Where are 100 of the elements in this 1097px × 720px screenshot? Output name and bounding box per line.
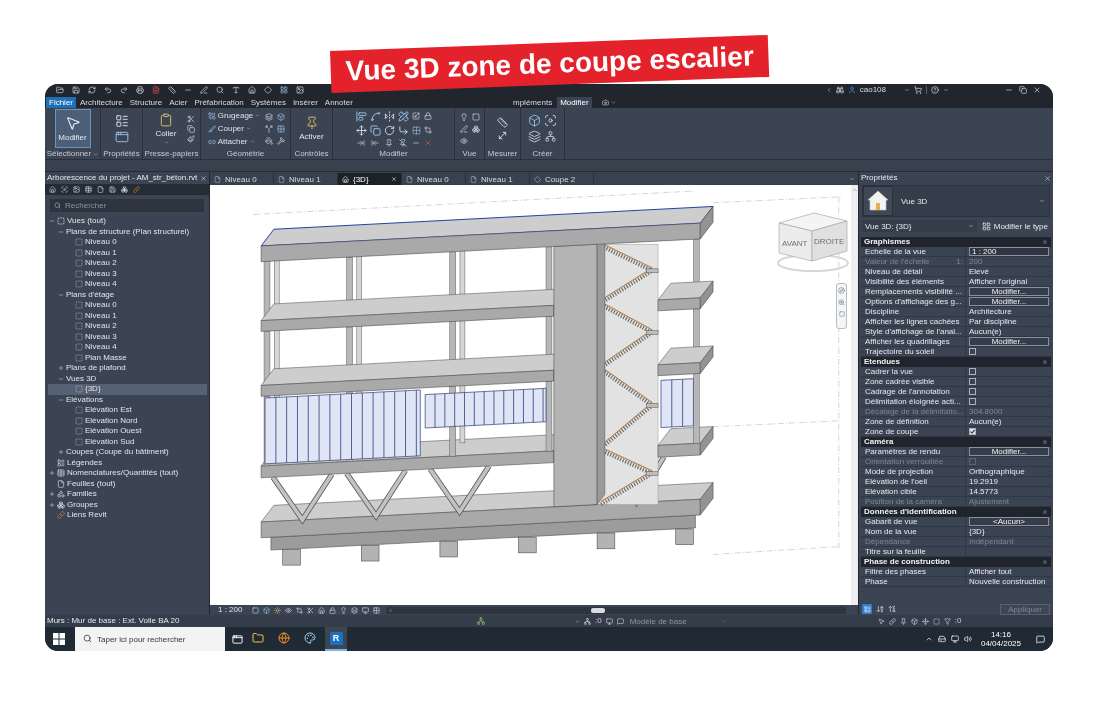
printer-icon[interactable] [136, 86, 144, 94]
ribbon-tab[interactable]: Insérer [289, 97, 321, 108]
tree-item[interactable]: Vues (tout) [48, 216, 106, 227]
move-icon[interactable] [355, 124, 367, 136]
undo-icon[interactable] [104, 86, 112, 94]
tree-item[interactable]: Coupes (Coupe du bâtiment) [57, 447, 169, 458]
collapse-icon[interactable] [1042, 439, 1048, 445]
ribbon-group-label[interactable]: Sélectionner [46, 149, 92, 159]
taskbar-app-button[interactable]: R [325, 627, 347, 651]
sheet-icon[interactable] [406, 175, 413, 183]
collapse-icon[interactable] [1042, 559, 1048, 565]
grid-icon[interactable] [411, 125, 421, 135]
ribbon-tab[interactable]: mpléments [510, 97, 556, 108]
checkbox[interactable] [969, 388, 976, 395]
tree-item[interactable]: Nomenclatures/Quantités (tout) [48, 468, 179, 479]
pencil-ruler-icon[interactable] [397, 110, 409, 122]
focus-icon[interactable] [544, 114, 557, 127]
paint-bucket-icon[interactable] [265, 136, 274, 145]
search-icon[interactable] [54, 202, 61, 209]
ribbon-button[interactable]: Coller [148, 109, 184, 148]
crop-icon[interactable] [296, 606, 304, 614]
lock-icon[interactable] [329, 606, 337, 614]
tree-item[interactable]: Niveau 2 [66, 258, 117, 269]
cube-icon[interactable] [528, 114, 541, 127]
link-icon[interactable] [133, 186, 140, 193]
speaker-icon[interactable] [963, 635, 972, 643]
arrow-to-line-icon[interactable] [371, 138, 379, 147]
boxes-icon[interactable] [121, 186, 128, 193]
checkbox[interactable] [969, 378, 976, 385]
tree-item[interactable]: {3D} [48, 384, 207, 395]
message-icon[interactable] [616, 617, 624, 625]
help-icon[interactable] [931, 86, 939, 94]
corner-arrow-icon[interactable] [397, 124, 409, 136]
sun-icon[interactable] [274, 606, 282, 614]
folder-icon[interactable] [252, 632, 264, 644]
globe-icon[interactable] [278, 632, 290, 644]
minimize-icon[interactable] [1005, 86, 1013, 94]
tree-item[interactable]: Liens Revit [48, 510, 107, 521]
search-field[interactable]: Rechercher [50, 199, 204, 212]
copy-icon[interactable] [187, 124, 195, 133]
tree-item[interactable]: Niveau 0 [66, 237, 117, 248]
document-icon[interactable] [152, 86, 160, 94]
pen-line-icon[interactable] [200, 86, 208, 94]
ribbon-tool[interactable]: Grugeage [205, 110, 263, 121]
ribbon-tab[interactable]: Fichier [46, 97, 76, 108]
arrow-to-line-icon[interactable] [357, 138, 365, 147]
scissors-icon[interactable] [187, 114, 195, 123]
pin-icon[interactable] [899, 617, 907, 625]
clipboard-icon[interactable] [159, 112, 173, 127]
list-icon[interactable] [114, 113, 129, 128]
ribbon-button[interactable]: Activer [293, 109, 330, 148]
monitor-icon[interactable] [605, 617, 613, 625]
compass-icon[interactable] [838, 287, 845, 294]
eye-icon[interactable] [459, 136, 468, 145]
image-icon[interactable] [73, 186, 80, 193]
focus-icon[interactable] [61, 186, 68, 193]
window-icon[interactable] [114, 129, 129, 144]
taskbar-search-field[interactable]: Taper ici pour rechercher [75, 627, 225, 651]
edit-button[interactable]: Modifier... [969, 447, 1049, 456]
caret-icon[interactable] [924, 635, 933, 643]
collapse-icon[interactable] [1042, 509, 1048, 515]
layers-icon[interactable] [351, 606, 359, 614]
zoom-icon[interactable] [838, 299, 845, 306]
tree-item[interactable]: Niveau 3 [66, 331, 117, 342]
ribbon-tab[interactable]: Systèmes [247, 97, 289, 108]
network-icon[interactable] [545, 131, 556, 142]
view-cube[interactable]: AVANT DROITE [776, 207, 850, 273]
chain-icon[interactable] [207, 137, 216, 146]
user-name[interactable]: cao108 [859, 85, 886, 95]
image-icon[interactable] [296, 86, 304, 94]
tree-item[interactable]: Légendes [48, 457, 103, 468]
tree-item[interactable]: Feuilles (tout) [48, 478, 116, 489]
horizontal-scrollbar[interactable] [386, 606, 846, 614]
value-field[interactable]: 1 : 200 [969, 247, 1049, 256]
diamond-icon[interactable] [534, 175, 541, 183]
layers-icon[interactable] [528, 130, 541, 143]
scroll-thumb[interactable] [591, 607, 606, 613]
lock-icon[interactable] [423, 112, 432, 120]
folder-icon[interactable] [56, 86, 64, 94]
tree-item[interactable]: Plans de structure (Plan structurel) [57, 226, 190, 237]
tree-item[interactable]: Plan Masse [66, 352, 127, 363]
boxes-icon[interactable] [471, 124, 480, 133]
sort-icon[interactable] [888, 605, 896, 613]
diamond-icon[interactable] [264, 86, 272, 94]
ribbon-tab[interactable]: Structure [126, 97, 166, 108]
list-icon[interactable] [862, 604, 872, 614]
crossed-pin-icon[interactable] [399, 138, 407, 147]
house-icon[interactable] [49, 186, 56, 193]
diagonal-arrow-icon[interactable] [497, 129, 508, 141]
tree-item[interactable]: Elévation Est [66, 405, 132, 416]
knife-icon[interactable] [207, 124, 216, 133]
ribbon-tab[interactable]: Préfabrication [191, 97, 247, 108]
cube-icon[interactable] [263, 606, 271, 614]
tree-item[interactable]: Groupes [48, 499, 98, 510]
ribbon-tab[interactable]: Acier [166, 97, 191, 108]
tree-item[interactable]: Niveau 4 [66, 279, 117, 290]
scissors-icon[interactable] [307, 606, 315, 614]
tree-item[interactable]: Niveau 1 [66, 310, 117, 321]
tree-item[interactable]: Niveau 3 [66, 268, 117, 279]
checkbox[interactable] [969, 398, 976, 405]
